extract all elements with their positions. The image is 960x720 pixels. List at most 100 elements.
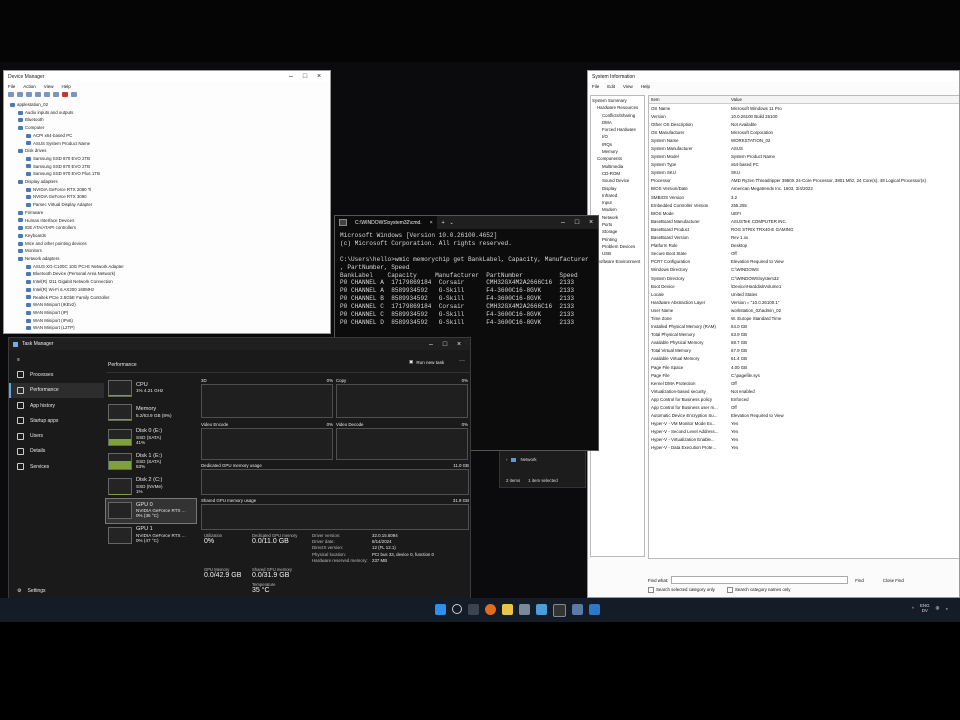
task-manager-window[interactable]: Task Manager – □ × ≡ Processes Performan…	[8, 337, 471, 602]
system-information-icon[interactable]	[572, 604, 583, 615]
system-information-window[interactable]: System Information File Edit View Help S…	[587, 70, 960, 598]
uninstall-icon[interactable]	[62, 92, 68, 97]
find-button[interactable]: Find	[855, 578, 864, 583]
column-item[interactable]: Item	[649, 97, 731, 102]
nav-app-history[interactable]: App history	[9, 398, 104, 413]
menu-file[interactable]: File	[592, 84, 599, 89]
firefox-icon[interactable]	[485, 604, 496, 615]
table-row[interactable]: Page File Space 4.00 GB	[649, 363, 959, 371]
category-item[interactable]: I/O	[592, 133, 643, 140]
menu-help[interactable]: Help	[61, 84, 70, 89]
table-row[interactable]: Total Virtual Memory 67.9 GB	[649, 347, 959, 355]
tree-item[interactable]: WAN Miniport (IKEv2)	[10, 301, 324, 309]
minimize-button[interactable]: –	[424, 341, 438, 348]
find-input[interactable]	[671, 576, 849, 584]
nav-item-network[interactable]: › Network	[506, 457, 537, 462]
tree-item[interactable]: Disk drives	[10, 147, 324, 155]
table-row[interactable]: Platform Role Desktop	[649, 242, 959, 250]
nav-startup-apps[interactable]: Startup apps	[9, 413, 104, 428]
terminal-tab[interactable]: C:\WINDOWS\system32\cmd. ×	[335, 216, 437, 229]
tree-item[interactable]: Monitors	[10, 247, 324, 255]
tree-item[interactable]: Computer	[10, 124, 324, 132]
close-tab-icon[interactable]: ×	[430, 220, 433, 226]
table-row[interactable]: Hyper-V - Virtualization Enable... Yes	[649, 436, 959, 444]
table-row[interactable]: User Name workstation_02\admin_02	[649, 306, 959, 314]
properties-icon[interactable]	[26, 92, 32, 97]
chevron-up-icon[interactable]: ^	[912, 606, 914, 611]
tree-item[interactable]: NVIDIA GeForce RTX 2080 Ti	[10, 186, 324, 194]
tree-item[interactable]: Display adapters	[10, 178, 324, 186]
table-row[interactable]: System Model System Product Name	[649, 153, 959, 161]
tree-item[interactable]: WAN Miniport (IP)	[10, 309, 324, 317]
tree-item[interactable]: ASUS XG-C100C 10G PCI-E Network Adapter	[10, 263, 324, 271]
category-item[interactable]: Memory	[592, 148, 643, 155]
table-row[interactable]: Virtualization-based security Not enabled	[649, 387, 959, 395]
category-item[interactable]: System Summary	[592, 97, 643, 104]
category-item[interactable]: Forced Hardware	[592, 126, 643, 133]
tree-item[interactable]: NVIDIA GeForce RTX 3090	[10, 193, 324, 201]
minimize-button[interactable]: –	[556, 219, 570, 226]
volume-icon[interactable]: ◖	[945, 606, 948, 611]
table-row[interactable]: System Manufacturer ASUS	[649, 144, 959, 152]
category-item[interactable]: Network	[592, 214, 643, 221]
table-row[interactable]: Secure Boot State Off	[649, 250, 959, 258]
maximize-button[interactable]: □	[298, 73, 312, 80]
resource-item[interactable]: CPU 1% 4.21 GHz	[106, 376, 196, 401]
tree-item[interactable]: Intel(R) Wi-Fi 6 AX200 160MHz	[10, 286, 324, 294]
table-row[interactable]: OS Manufacturer Microsoft Corporation	[649, 128, 959, 136]
table-row[interactable]: Available Virtual Memory 61.4 GB	[649, 355, 959, 363]
table-row[interactable]: BaseBoard Manufacturer ASUSTeK COMPUTER I…	[649, 217, 959, 225]
resource-item[interactable]: Disk 2 (C:) SSD (NVMe) 1%	[106, 474, 196, 499]
task-manager-icon[interactable]	[589, 604, 600, 615]
menu-view[interactable]: View	[44, 84, 54, 89]
category-item[interactable]: USB	[592, 250, 643, 257]
resource-item[interactable]: Disk 0 (E:) SSD (SATA) 41%	[106, 425, 196, 450]
category-item[interactable]: Infrared	[592, 192, 643, 199]
new-tab-button[interactable]: +	[442, 220, 445, 226]
nav-settings[interactable]: ⚙ Settings	[9, 583, 46, 598]
search-selected-checkbox[interactable]	[648, 586, 654, 593]
menu-view[interactable]: View	[623, 84, 633, 89]
download-icon[interactable]	[71, 92, 77, 97]
table-row[interactable]: System Type x64-based PC	[649, 161, 959, 169]
table-row[interactable]: App Control for Business user m... Off	[649, 403, 959, 411]
table-row[interactable]: BaseBoard Product ROG STRIX TRX40-E GAMIN…	[649, 225, 959, 233]
tree-item[interactable]: Bluetooth	[10, 116, 324, 124]
table-row[interactable]: Total Physical Memory 63.9 GB	[649, 331, 959, 339]
menu-edit[interactable]: Edit	[607, 84, 615, 89]
tree-item[interactable]: Intel(R) I211 Gigabit Network Connection	[10, 278, 324, 286]
category-item[interactable]: Input	[592, 199, 643, 206]
close-button[interactable]: ×	[312, 73, 326, 80]
more-options-button[interactable]: ···	[459, 358, 465, 364]
table-row[interactable]: SMBIOS Version 3.2	[649, 193, 959, 201]
category-item[interactable]: Hardware Resources	[592, 104, 643, 111]
category-item[interactable]: Problem Devices	[592, 243, 643, 250]
tree-item[interactable]: applestation_02	[10, 101, 324, 109]
table-row[interactable]: Locale United States	[649, 290, 959, 298]
task-view-icon[interactable]	[468, 604, 479, 615]
tree-item[interactable]: Audio inputs and outputs	[10, 109, 324, 117]
column-value[interactable]: Value	[731, 97, 959, 102]
update-driver-icon[interactable]	[53, 92, 59, 97]
tree-item[interactable]: WAN Miniport (IPv6)	[10, 317, 324, 325]
table-row[interactable]: Hardware Abstraction Layer Version = "10.…	[649, 298, 959, 306]
close-find-button[interactable]: Close Find	[883, 578, 904, 583]
tree-item[interactable]: ASUS System Product Name	[10, 140, 324, 148]
table-row[interactable]: BIOS Version/Date American Megatrends Inc…	[649, 185, 959, 193]
nav-processes[interactable]: Processes	[9, 367, 104, 382]
tree-item[interactable]: Keyboards	[10, 232, 324, 240]
table-row[interactable]: Version 10.0.26100 Build 26100	[649, 112, 959, 120]
chevron-down-icon[interactable]: ⌄	[450, 220, 454, 226]
table-row[interactable]: Embedded Controller Version 255.255	[649, 201, 959, 209]
category-item[interactable]: Sound Device	[592, 177, 643, 184]
table-row[interactable]: Hyper-V - VM Monitor Mode Ex... Yes	[649, 420, 959, 428]
device-manager-icon[interactable]	[536, 604, 547, 615]
tree-item[interactable]: Samsung SSD 970 EVO Plus 1TB	[10, 170, 324, 178]
back-icon[interactable]	[8, 92, 14, 97]
tree-item[interactable]: Mice and other pointing devices	[10, 240, 324, 248]
tree-item[interactable]: Bluetooth Device (Personal Area Network)	[10, 270, 324, 278]
category-item[interactable]: Conflicts/Sharing	[592, 112, 643, 119]
resource-item[interactable]: GPU 0 NVIDIA GeForce RTX ... 0% (35 °C)	[105, 497, 197, 524]
start-icon[interactable]	[435, 604, 446, 615]
category-item[interactable]: Printing	[592, 236, 643, 243]
